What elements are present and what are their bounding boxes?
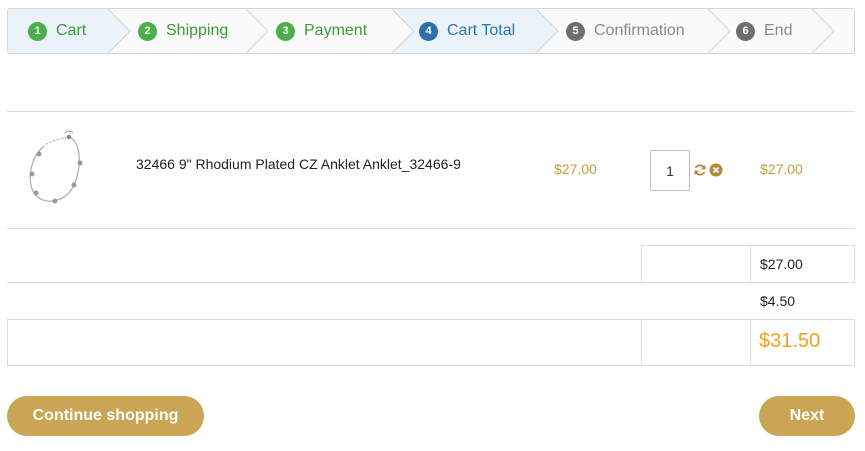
step-number: 6 (736, 21, 755, 41)
totals-row-divider (7, 319, 855, 320)
step-label: End (764, 22, 793, 39)
totals-column-border (854, 319, 855, 365)
totals-column-border (641, 319, 642, 365)
anklet-product-image[interactable] (19, 127, 89, 209)
totals-column-border (7, 319, 8, 365)
step-separator-icon (812, 9, 835, 53)
step-separator-icon (246, 9, 269, 53)
totals-column-border (750, 245, 751, 282)
line-total: $27.00 (760, 161, 803, 177)
step-number: 4 (419, 21, 438, 41)
step-separator-icon (708, 9, 731, 53)
checkout-steps: 1 Cart 2 Shipping 3 Payment 4 Cart Total… (7, 8, 855, 54)
step-separator-icon (108, 9, 131, 53)
totals-column-border (854, 245, 855, 282)
totals-top-border (641, 245, 855, 246)
refresh-icon[interactable] (693, 163, 707, 177)
step-number: 3 (276, 21, 295, 41)
quantity-input[interactable] (650, 150, 690, 191)
step-payment[interactable]: 3 Payment (276, 9, 367, 53)
subtotal-value: $27.00 (760, 256, 803, 272)
table-row-divider (7, 228, 855, 229)
shipping-value: $4.50 (760, 293, 796, 309)
table-top-border (7, 111, 855, 112)
step-label: Payment (304, 22, 368, 39)
totals-bottom-border (7, 365, 855, 366)
totals-row-divider (7, 282, 855, 283)
continue-shopping-button[interactable]: Continue shopping (7, 396, 204, 436)
step-label: Cart Total (447, 22, 516, 39)
step-label: Confirmation (594, 22, 685, 39)
step-separator-icon (536, 9, 559, 53)
grand-total-value: $31.50 (759, 330, 821, 352)
step-separator-icon (392, 9, 415, 53)
step-cart-total[interactable]: 4 Cart Total (419, 9, 515, 53)
step-confirmation: 5 Confirmation (566, 9, 685, 53)
step-end: 6 End (736, 9, 792, 53)
unit-price: $27.00 (554, 161, 597, 177)
step-cart[interactable]: 1 Cart (28, 9, 86, 53)
remove-circle-icon[interactable] (709, 163, 723, 177)
step-label: Cart (56, 22, 87, 39)
step-number: 2 (138, 21, 157, 41)
product-name[interactable]: 32466 9" Rhodium Plated CZ Anklet Anklet… (136, 156, 461, 172)
totals-column-border (641, 245, 642, 282)
step-number: 1 (28, 21, 47, 41)
step-shipping[interactable]: 2 Shipping (138, 9, 228, 53)
totals-column-border (750, 319, 751, 365)
next-button[interactable]: Next (759, 396, 855, 436)
step-label: Shipping (166, 22, 229, 39)
step-number: 5 (566, 21, 585, 41)
